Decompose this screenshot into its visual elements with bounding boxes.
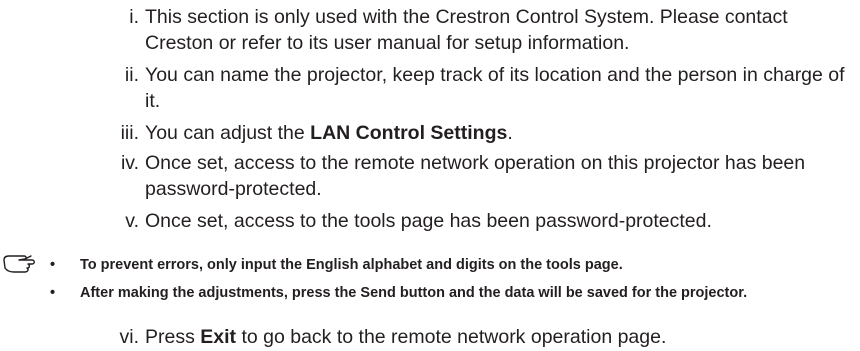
item-number: iii.: [120, 122, 139, 144]
item-text: Press Exit to go back to the remote netw…: [145, 326, 667, 348]
note-text: To prevent errors, only input the Englis…: [80, 257, 623, 273]
bullet-mark: •: [50, 285, 56, 301]
note-text: After making the adjustments, press the …: [80, 285, 748, 301]
item-number: v.: [125, 210, 139, 232]
item-text: Once set, access to the remote network o…: [145, 152, 806, 200]
item-number: vi.: [119, 326, 140, 348]
item-number: ii.: [124, 64, 139, 86]
bullet-mark: •: [50, 257, 56, 273]
item-number: iv.: [120, 152, 139, 174]
item-number: i.: [129, 6, 139, 28]
note-hand-icon: [3, 255, 35, 273]
exit-label: Exit: [200, 326, 237, 348]
item-text: You can name the projector, keep track o…: [145, 64, 845, 112]
item-text: You can adjust the LAN Control Settings.: [145, 122, 513, 144]
lan-control-settings-label: LAN Control Settings: [310, 122, 508, 144]
item-text: This section is only used with the Crest…: [145, 6, 788, 54]
item-text: Once set, access to the tools page has b…: [145, 210, 712, 232]
